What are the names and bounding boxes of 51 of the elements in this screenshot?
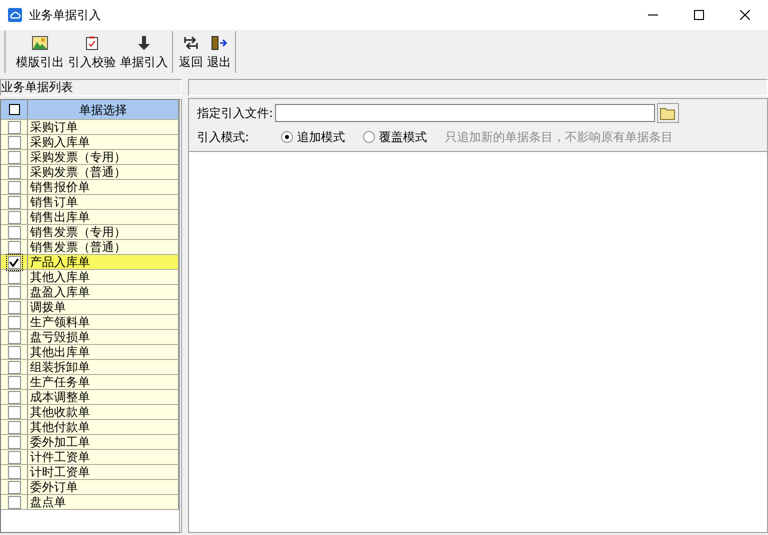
row-checkbox[interactable]	[8, 450, 20, 464]
row-checkbox[interactable]	[8, 196, 20, 208]
file-path-field[interactable]	[275, 104, 656, 122]
row-checkbox[interactable]	[8, 346, 20, 358]
cloud-icon	[8, 8, 22, 22]
row-checkbox[interactable]	[8, 466, 20, 478]
row-checkbox[interactable]	[8, 300, 20, 314]
column-header: 单据选择	[28, 100, 179, 119]
toolbar-button[interactable]: 返回	[177, 31, 205, 75]
exit-door-icon	[211, 36, 227, 50]
row-checkbox[interactable]	[8, 360, 20, 374]
toolbar-button[interactable]: 模版引出	[14, 31, 66, 75]
panel-title: 业务单据列表	[0, 79, 182, 96]
toolbar-button[interactable]: 退出	[205, 31, 233, 75]
row-checkbox[interactable]	[8, 406, 20, 418]
row-checkbox[interactable]	[8, 390, 20, 404]
row-checkbox[interactable]	[8, 226, 20, 238]
picture-icon	[32, 36, 48, 50]
row-checkbox[interactable]	[8, 420, 20, 434]
file-label: 指定引入文件:	[197, 104, 274, 122]
maximize-icon	[694, 10, 704, 20]
row-checkbox[interactable]	[8, 316, 20, 328]
row-checkbox[interactable]	[8, 150, 20, 164]
folder-icon	[660, 106, 676, 120]
window-title: 业务单据引入	[29, 6, 101, 24]
down-arrow-icon	[138, 36, 150, 50]
row-checkbox[interactable]	[8, 120, 20, 134]
row-checkbox[interactable]	[8, 330, 20, 344]
row-checkbox[interactable]	[8, 286, 20, 298]
mode-radio[interactable]: 追加模式	[281, 128, 345, 146]
row-checkbox[interactable]	[8, 256, 20, 268]
browse-button[interactable]	[657, 103, 680, 123]
row-checkbox[interactable]	[8, 240, 20, 254]
toolbar-button[interactable]: 引入校验	[66, 31, 118, 75]
row-checkbox[interactable]	[8, 436, 20, 448]
close-icon	[740, 10, 750, 20]
row-checkbox[interactable]	[8, 166, 20, 178]
row-checkbox[interactable]	[8, 136, 20, 148]
toolbar-button[interactable]: 单据引入	[118, 31, 170, 75]
row-checkbox[interactable]	[8, 480, 20, 494]
mode-label: 引入模式:	[197, 128, 250, 146]
row-checkbox[interactable]	[8, 180, 20, 194]
mode-radio[interactable]: 覆盖模式	[363, 128, 427, 146]
row-checkbox[interactable]	[8, 376, 20, 388]
mode-hint: 只追加新的单据条目，不影响原有单据条目	[445, 128, 673, 146]
clipboard-icon	[86, 36, 98, 50]
row-checkbox[interactable]	[8, 270, 20, 284]
select-all-checkbox[interactable]	[8, 104, 20, 115]
swap-arrows-icon	[184, 36, 198, 50]
row-checkbox[interactable]	[8, 496, 20, 508]
row-checkbox[interactable]	[8, 210, 20, 224]
